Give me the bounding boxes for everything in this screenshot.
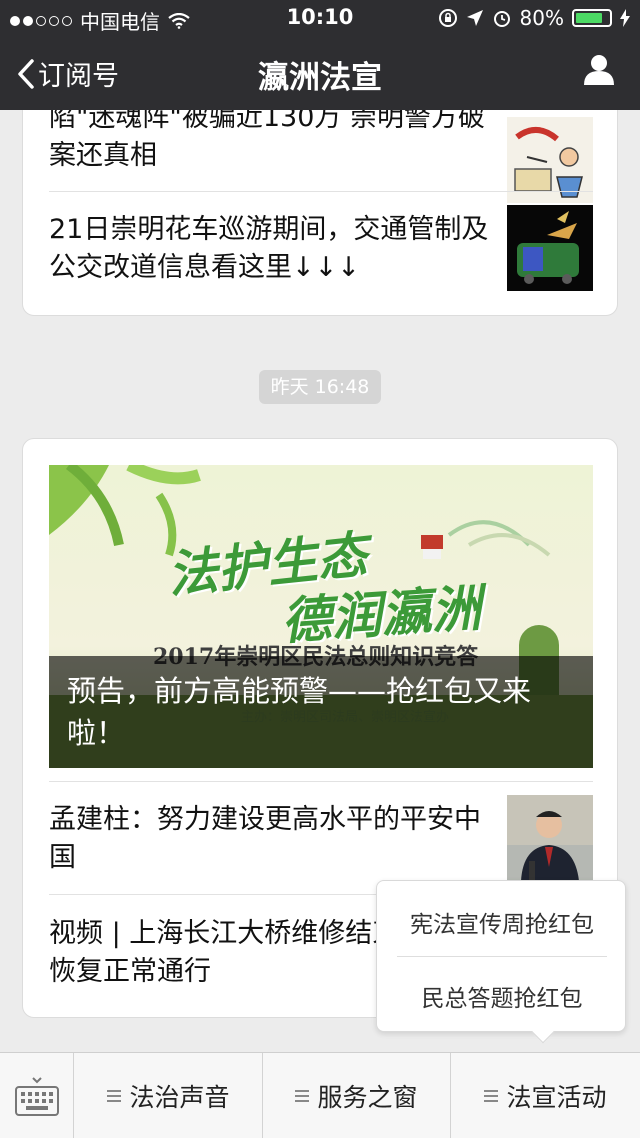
article-thumbnail — [507, 795, 593, 881]
article-thumbnail — [507, 205, 593, 291]
battery-icon — [572, 9, 612, 27]
status-bar: 中国电信 10:10 80% — [0, 0, 640, 36]
menu-list-icon — [295, 1090, 310, 1102]
rotation-lock-icon — [438, 9, 457, 27]
user-icon — [584, 55, 614, 85]
menu-list-icon — [107, 1090, 122, 1102]
submenu-item[interactable]: 民总答题抢红包 — [377, 979, 627, 1013]
menu-button-legal-voice[interactable]: 法治声音 — [75, 1053, 263, 1138]
featured-article-title: 预告，前方高能预警——抢红包又来啦！ — [67, 674, 532, 750]
submenu-divider — [397, 956, 607, 957]
article-item[interactable]: 陷"迷魂阵"被骗近130万 崇明警方破案还真相 — [49, 99, 593, 217]
popup-arrow — [531, 1020, 555, 1044]
battery-percentage: 80% — [519, 6, 564, 30]
nav-bar: 订阅号 瀛洲法宣 — [0, 36, 640, 110]
menu-button-label: 法治声音 — [129, 1083, 230, 1112]
menu-button-label: 服务之窗 — [317, 1083, 418, 1112]
page-title: 瀛洲法宣 — [258, 60, 382, 96]
submenu-popup: 宪法宣传周抢红包 民总答题抢红包 — [376, 880, 627, 1044]
menu-list-icon — [484, 1090, 499, 1102]
article-title: 陷"迷魂阵"被骗近130万 崇明警方破案还真相 — [49, 102, 485, 171]
keyboard-toggle-button[interactable] — [0, 1053, 74, 1138]
divider — [49, 781, 593, 782]
charging-bolt-icon — [620, 9, 630, 27]
keyboard-icon — [15, 1077, 59, 1116]
bottom-menu-bar: 法治声音 服务之窗 法宣活动 — [0, 1052, 640, 1138]
top-bar: 中国电信 10:10 80% 订阅号 瀛洲法宣 — [0, 0, 640, 110]
timestamp: 昨天 16:48 — [259, 370, 381, 404]
divider — [49, 191, 593, 192]
article-item[interactable]: 21日崇明花车巡游期间，交通管制及公交改道信息看这里↓↓↓ — [49, 205, 593, 301]
article-title: 21日崇明花车巡游期间，交通管制及公交改道信息看这里↓↓↓ — [49, 214, 489, 283]
location-arrow-icon — [466, 10, 483, 26]
banner-caption-overlay: 主办：崇明区司法局、崇明区法宣办 预告，前方高能预警——抢红包又来啦！ — [49, 656, 593, 768]
menu-button-label: 法宣活动 — [506, 1083, 607, 1112]
menu-button-service-window[interactable]: 服务之窗 — [263, 1053, 451, 1138]
menu-button-legal-activities[interactable]: 法宣活动 — [451, 1053, 640, 1138]
submenu-item[interactable]: 宪法宣传周抢红包 — [377, 905, 627, 939]
profile-button[interactable] — [582, 52, 616, 90]
article-title: 孟建柱：努力建设更高水平的平安中国 — [49, 804, 481, 873]
featured-article-banner[interactable]: 法护生态 德润瀛洲 2017年崇明区民法总则知识竞答 主办：崇明区司法局、崇明区… — [49, 465, 593, 768]
alarm-icon — [493, 11, 510, 27]
